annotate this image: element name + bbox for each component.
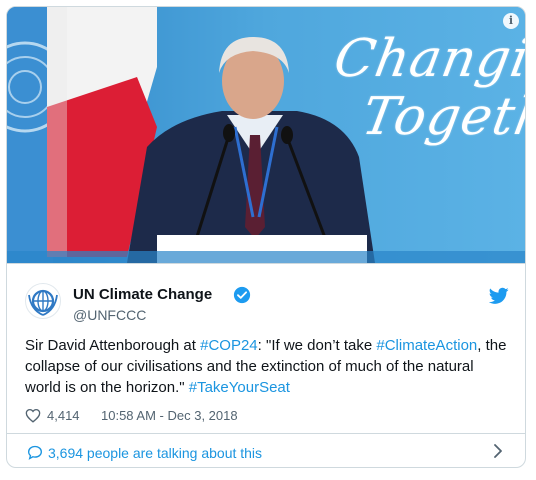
hashtag-link-cop24[interactable]: #COP24 [200, 337, 258, 354]
tweet-timestamp[interactable]: 10:58 AM - Dec 3, 2018 [101, 408, 238, 423]
verified-badge-icon [233, 286, 251, 304]
banner-word-together: Together [357, 87, 525, 147]
tweet-header: UN Climate Change @UNFCCC [25, 283, 509, 327]
banner-word-changing: Changing [329, 29, 525, 89]
chevron-right-icon[interactable] [493, 444, 503, 458]
media-divider [7, 263, 525, 264]
hashtag-link-takeyourseat[interactable]: #TakeYourSeat [189, 379, 290, 396]
author-name[interactable]: UN Climate Change [73, 286, 212, 303]
heart-icon[interactable] [25, 408, 41, 423]
like-count[interactable]: 4,414 [47, 408, 80, 423]
speech-bubble-icon [27, 445, 43, 460]
embedded-tweet-card: Changing Together i UN Climate Change @U… [6, 6, 526, 468]
tweet-media-image[interactable]: Changing Together i [7, 7, 525, 263]
talking-about-text[interactable]: 3,694 people are talking about this [48, 445, 262, 461]
unfccc-logo-icon[interactable] [25, 283, 61, 319]
tweet-text-segment: : "If we don’t take [257, 337, 377, 354]
info-icon[interactable]: i [503, 13, 519, 29]
talking-about-link[interactable]: 3,694 people are talking about this [7, 434, 525, 467]
tweet-text: Sir David Attenborough at #COP24: "If we… [25, 335, 511, 398]
twitter-bird-icon[interactable] [489, 287, 509, 305]
author-handle[interactable]: @UNFCCC [73, 307, 146, 323]
hashtag-link-climateaction[interactable]: #ClimateAction [376, 337, 477, 354]
tweet-text-segment: Sir David Attenborough at [25, 337, 201, 354]
